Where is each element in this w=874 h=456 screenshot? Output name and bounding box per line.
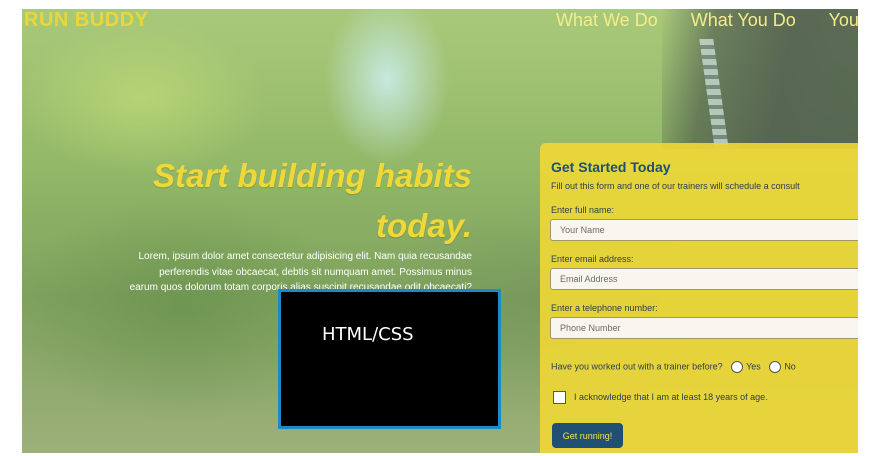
form-title: Get Started Today xyxy=(551,159,671,175)
age-ack-label: I acknowledge that I am at least 18 year… xyxy=(574,391,768,402)
age-ack-row: I acknowledge that I am at least 18 year… xyxy=(553,391,768,404)
trainer-question-row: Have you worked out with a trainer befor… xyxy=(551,361,796,373)
no-radio[interactable] xyxy=(769,361,782,373)
overlay-label: HTML/CSS xyxy=(322,324,414,345)
age-checkbox[interactable] xyxy=(553,391,566,404)
email-input[interactable] xyxy=(550,268,858,290)
get-running-button[interactable]: Get running! xyxy=(552,423,623,448)
paragraph-line: Lorem, ipsum dolor amet consectetur adip… xyxy=(138,251,472,262)
trainer-question: Have you worked out with a trainer befor… xyxy=(551,361,723,372)
no-label: No xyxy=(784,361,796,372)
yes-label: Yes xyxy=(746,361,761,372)
email-label: Enter email address: xyxy=(551,254,634,264)
headline-line-1: Start building habits xyxy=(153,157,472,194)
form-subtitle: Fill out this form and one of our traine… xyxy=(551,181,800,191)
nav-your-trainers[interactable]: Your T xyxy=(828,10,858,30)
name-label: Enter full name: xyxy=(551,205,615,215)
paragraph-line: perferendis vitae obcaecat, debtis sit n… xyxy=(159,266,472,278)
phone-input[interactable] xyxy=(550,317,858,339)
site-logo[interactable]: RUN BUDDY xyxy=(24,9,149,32)
name-input[interactable] xyxy=(550,219,858,241)
shoe-stripe xyxy=(699,39,729,149)
signup-form: Get Started Today Fill out this form and… xyxy=(540,143,858,453)
hero-headline: Start building habits today. xyxy=(52,151,472,251)
main-nav: What We Do What You Do Your T xyxy=(556,10,858,31)
headline-line-2: today. xyxy=(376,207,472,244)
html-css-overlay: HTML/CSS xyxy=(278,289,501,429)
nav-what-you-do[interactable]: What You Do xyxy=(691,10,796,30)
nav-what-we-do[interactable]: What We Do xyxy=(556,10,658,30)
yes-radio[interactable] xyxy=(731,361,744,373)
phone-label: Enter a telephone number: xyxy=(551,303,658,313)
